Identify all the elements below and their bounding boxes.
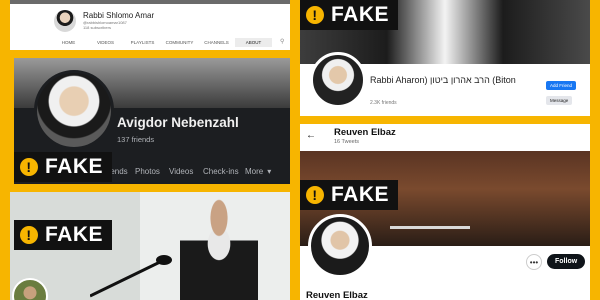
channel-name: Rabbi Shlomo Amar bbox=[83, 11, 155, 20]
add-friend-label: Add Friend bbox=[550, 83, 573, 88]
profile-name: Rabbi Aharon) הרב אהרון ביטון (Biton bbox=[370, 75, 516, 85]
fake-label: FAKE bbox=[331, 3, 390, 26]
add-friend-button[interactable]: Add Friend bbox=[546, 81, 577, 90]
message-button[interactable]: Message bbox=[546, 96, 573, 105]
message-label: Message bbox=[550, 98, 569, 103]
fake-label: FAKE bbox=[45, 155, 104, 178]
caret-down-icon: ▾ bbox=[267, 167, 272, 176]
small-profile-avatar bbox=[12, 278, 48, 300]
nav-more-label: More bbox=[245, 167, 264, 176]
twitter-profile-panel: ← Reuven Elbaz 16 Tweets ••• Follow Reuv… bbox=[300, 124, 590, 300]
tab-videos[interactable]: VIDEOS bbox=[87, 38, 124, 47]
follow-label: Follow bbox=[555, 258, 578, 265]
nav-videos[interactable]: Videos bbox=[169, 167, 203, 176]
friends-count[interactable]: 2.3K friends bbox=[370, 100, 397, 106]
back-arrow-icon[interactable]: ← bbox=[306, 130, 316, 141]
fake-badge: ! FAKE bbox=[300, 180, 399, 210]
header-name: Reuven Elbaz bbox=[334, 127, 396, 138]
youtube-channel-panel: Rabbi Shlomo Amar @rabbishlomoamar1087 1… bbox=[10, 0, 290, 50]
profile-name: Avigdor Nebenzahl bbox=[117, 115, 239, 130]
fake-badge: ! FAKE bbox=[300, 0, 399, 30]
tab-playlists[interactable]: PLAYLISTS bbox=[124, 38, 161, 47]
tweet-count: 16 Tweets bbox=[334, 139, 359, 145]
tab-community[interactable]: COMMUNITY bbox=[161, 38, 198, 47]
nav-photos[interactable]: Photos bbox=[135, 167, 169, 176]
warning-icon: ! bbox=[306, 6, 324, 24]
profile-avatar[interactable] bbox=[310, 52, 366, 108]
tab-about[interactable]: ABOUT bbox=[235, 38, 272, 47]
search-icon[interactable]: ⚲ bbox=[280, 38, 284, 45]
warning-icon: ! bbox=[306, 186, 324, 204]
subscriber-count: 118 subscribers bbox=[83, 25, 111, 30]
more-options-icon[interactable]: ••• bbox=[526, 254, 542, 270]
warning-icon: ! bbox=[20, 158, 38, 176]
warning-icon: ! bbox=[20, 226, 38, 244]
profile-avatar[interactable] bbox=[308, 214, 372, 278]
fake-label: FAKE bbox=[331, 183, 390, 206]
profile-name: Reuven Elbaz bbox=[306, 290, 368, 300]
channel-avatar[interactable] bbox=[54, 10, 76, 32]
follow-button[interactable]: Follow bbox=[547, 254, 586, 269]
fake-badge: ! FAKE bbox=[14, 220, 113, 250]
fake-label: FAKE bbox=[45, 223, 104, 246]
microphone-icon bbox=[90, 255, 172, 298]
channel-banner bbox=[10, 0, 290, 4]
profile-nav: Friends Photos Videos Check-ins More ▾ bbox=[101, 167, 271, 176]
profile-header: ← Reuven Elbaz 16 Tweets bbox=[300, 124, 590, 151]
friends-count[interactable]: 137 friends bbox=[117, 135, 154, 144]
nav-more[interactable]: More ▾ bbox=[245, 167, 271, 176]
profile-avatar[interactable] bbox=[34, 70, 114, 150]
speaker-photo bbox=[180, 192, 258, 300]
channel-tabs: HOME VIDEOS PLAYLISTS COMMUNITY CHANNELS… bbox=[50, 38, 272, 47]
menorah-image bbox=[390, 179, 470, 229]
nav-check-ins[interactable]: Check-ins bbox=[203, 167, 245, 176]
tab-home[interactable]: HOME bbox=[50, 38, 87, 47]
tab-channels[interactable]: CHANNELS bbox=[198, 38, 235, 47]
fake-badge: ! FAKE bbox=[14, 152, 113, 182]
